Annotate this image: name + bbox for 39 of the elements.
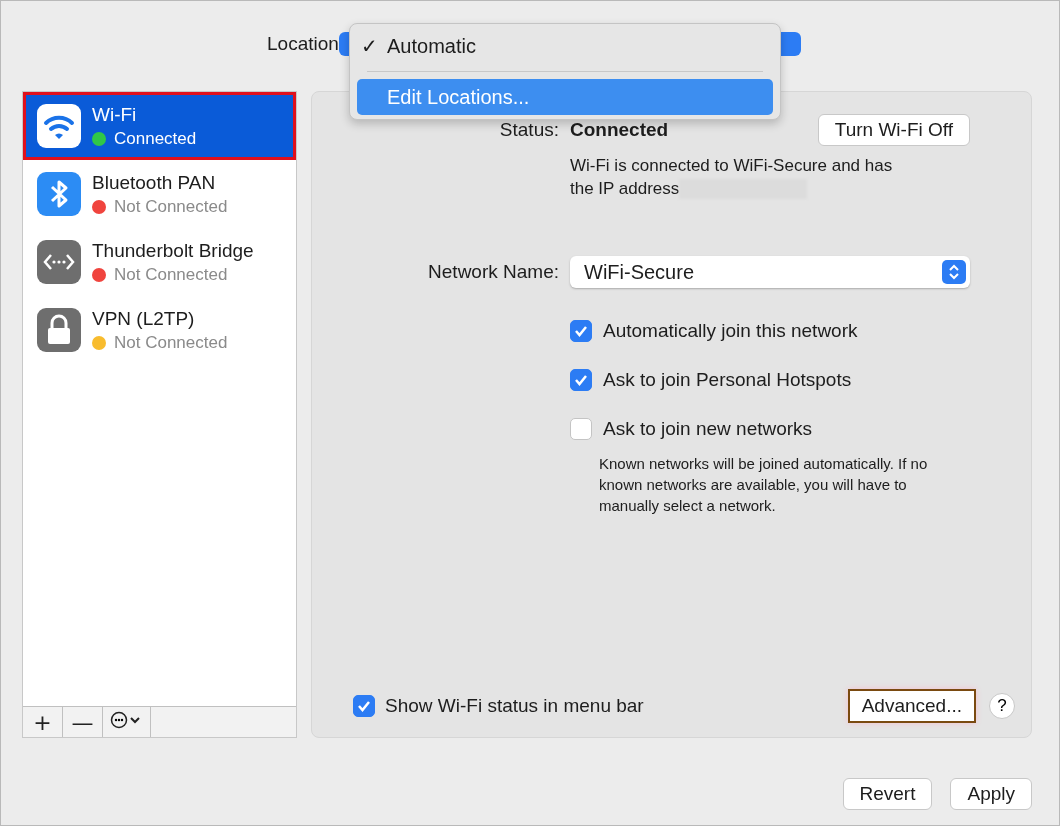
menu-item[interactable]: ✓ Automatic — [357, 28, 773, 64]
option-label: Ask to join new networks — [603, 418, 813, 440]
service-name: Wi-Fi — [92, 103, 138, 126]
checkbox[interactable] — [570, 320, 592, 342]
action-button[interactable]: Apply — [950, 778, 1032, 810]
status-text: Not Connected — [114, 264, 228, 285]
checkbox[interactable] — [570, 418, 592, 440]
bluetooth-icon — [37, 172, 81, 216]
status-text: Not Connected — [114, 332, 228, 353]
service-item[interactable]: Thunderbolt Bridge Not Connected — [23, 228, 296, 296]
status-label: Status: — [498, 118, 559, 142]
status-text: Not Connected — [114, 196, 228, 217]
service-name: VPN (L2TP) — [92, 307, 196, 330]
option-label: Show Wi-Fi status in menu bar — [385, 695, 644, 717]
service-item[interactable]: Wi-Fi Connected — [23, 92, 296, 160]
wifi-icon — [37, 104, 81, 148]
network-select[interactable]: WiFi-Secure — [570, 256, 970, 288]
service-name: Thunderbolt Bridge — [92, 239, 254, 262]
service-item[interactable]: Bluetooth PAN Not Connected — [23, 160, 296, 228]
service-item[interactable]: VPN (L2TP) Not Connected — [23, 296, 296, 364]
hint-text: Known networks will be joined automatically. If no known networks are available, you will have to manually select a network. — [599, 454, 929, 516]
service-name: Bluetooth PAN — [92, 171, 217, 194]
checkbox[interactable] — [570, 369, 592, 391]
bridge-icon — [37, 240, 81, 284]
stepper-icon — [942, 260, 966, 284]
status-text: Connected — [114, 128, 197, 149]
option-label: Automatically join this network — [603, 320, 858, 342]
location-label: Location — [267, 32, 339, 56]
status-value: Connected — [570, 119, 669, 141]
network-name-label: Network Name: — [427, 260, 559, 284]
checkbox[interactable] — [353, 695, 375, 717]
option-label: Ask to join Personal Hotspots — [603, 369, 852, 391]
turn-off-button[interactable]: Turn Wi-Fi Off — [817, 114, 970, 146]
help-button[interactable]: ? — [989, 693, 1015, 719]
action-button[interactable]: Revert — [842, 778, 933, 810]
advanced-button[interactable]: Advanced... — [847, 689, 976, 723]
lock-icon — [37, 308, 81, 352]
description-text: the IP address — [570, 178, 680, 200]
description-text: Wi-Fi is connected to WiFi-Secure and has — [570, 155, 893, 177]
